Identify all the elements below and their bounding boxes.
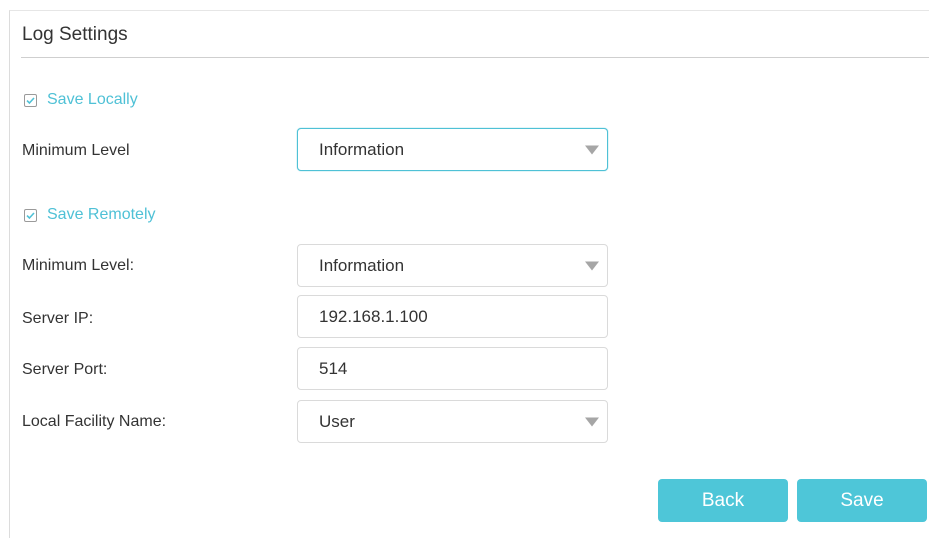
- facility-name-select[interactable]: User: [297, 400, 608, 443]
- facility-name-value: User: [319, 411, 355, 431]
- chevron-down-icon: [585, 261, 599, 270]
- local-minimum-level-select[interactable]: Information: [297, 128, 608, 171]
- local-minimum-level-value: Information: [319, 139, 405, 159]
- server-port-input[interactable]: 514: [297, 347, 608, 390]
- remote-minimum-level-value: Information: [319, 255, 405, 275]
- section-title: Log Settings: [22, 24, 128, 45]
- remote-minimum-level-label: Minimum Level:: [22, 257, 135, 274]
- checkbox-checked-icon: [24, 93, 37, 107]
- title-divider: [21, 57, 929, 58]
- server-ip-value: 192.168.1.100: [319, 306, 428, 326]
- back-button[interactable]: Back: [658, 479, 788, 522]
- server-port-label: Server Port:: [22, 361, 108, 378]
- save-remotely-label: Save Remotely: [47, 206, 156, 223]
- server-port-value: 514: [319, 358, 348, 378]
- local-minimum-level-label: Minimum Level: [22, 142, 130, 159]
- save-button[interactable]: Save: [797, 479, 927, 522]
- chevron-down-icon: [585, 417, 599, 426]
- checkbox-checked-icon: [24, 208, 37, 222]
- save-locally-label: Save Locally: [47, 91, 138, 108]
- chevron-down-icon: [585, 145, 599, 154]
- save-remotely-checkbox[interactable]: Save Remotely: [24, 206, 156, 224]
- facility-name-label: Local Facility Name:: [22, 413, 167, 430]
- save-locally-checkbox[interactable]: Save Locally: [24, 91, 138, 109]
- remote-minimum-level-select[interactable]: Information: [297, 244, 608, 287]
- server-ip-label: Server IP:: [22, 310, 94, 327]
- server-ip-input[interactable]: 192.168.1.100: [297, 295, 608, 338]
